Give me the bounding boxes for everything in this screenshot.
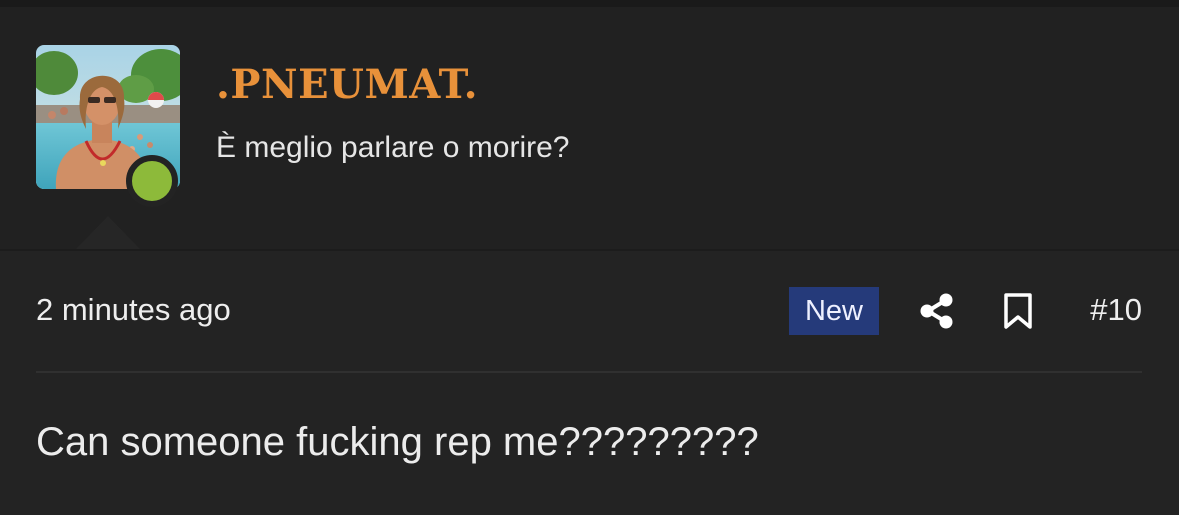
bookmark-icon [1004,293,1032,329]
share-icon [920,293,953,329]
speech-caret [76,216,140,249]
divider [36,371,1142,373]
post-number-link[interactable]: #10 [1090,292,1142,328]
online-status-indicator [126,155,178,207]
new-badge: New [789,287,879,335]
top-separator [0,0,1179,7]
post-author-header: .PNEUMAT. È meglio parlare o morire? [0,7,1179,251]
share-button[interactable] [918,292,956,330]
user-title: È meglio parlare o morire? [216,131,570,164]
post-message: Can someone fucking rep me????????? [36,420,759,464]
bookmark-button[interactable] [1000,292,1036,330]
username[interactable]: .PNEUMAT. [216,61,478,108]
post-timestamp[interactable]: 2 minutes ago [36,292,231,328]
